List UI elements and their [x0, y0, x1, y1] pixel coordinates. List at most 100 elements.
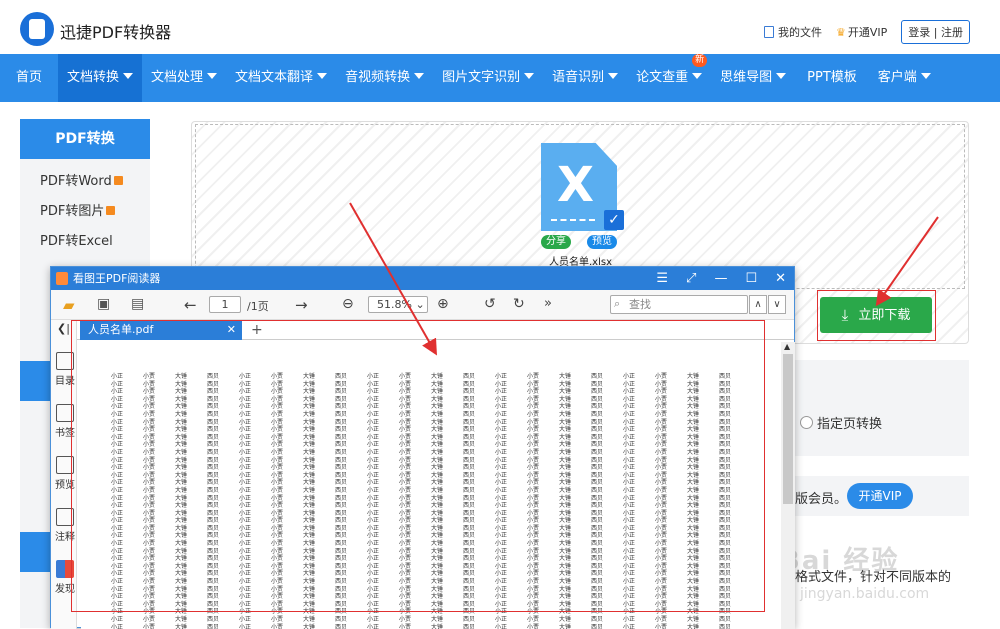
- rotate-right-icon[interactable]: ↻: [513, 296, 525, 312]
- open-folder-icon[interactable]: ▰: [63, 296, 75, 314]
- nav-label: 语音识别: [552, 70, 605, 85]
- options-panel: [795, 360, 969, 456]
- table-cell: 小正: [623, 616, 636, 623]
- maximize-icon[interactable]: ☐: [745, 267, 757, 290]
- vip-text: 版会员。: [795, 492, 848, 507]
- search-placeholder: 查找: [629, 298, 651, 311]
- rotate-left-icon[interactable]: ↺: [484, 296, 496, 312]
- table-cell: 大锤: [303, 623, 316, 629]
- chevron-down-icon: [920, 73, 931, 79]
- sidebar-item-pdf-to-image[interactable]: PDF转图片: [20, 197, 150, 227]
- nav-speech[interactable]: 语音识别: [543, 54, 627, 102]
- table-cell: 小正: [623, 623, 636, 629]
- nav-plagiarism[interactable]: 论文查重新: [627, 54, 711, 102]
- table-cell: 小贾: [527, 616, 540, 623]
- nav-label: 文档文本翻译: [235, 70, 314, 85]
- fullscreen-icon[interactable]: ⤢: [686, 267, 696, 290]
- sidebar-item-label: PDF转图片: [40, 204, 105, 219]
- nav-client[interactable]: 客户端: [869, 54, 940, 102]
- preview-button[interactable]: 预览: [587, 235, 617, 249]
- nav-label: 论文查重: [636, 70, 689, 85]
- table-cell: 小贾: [527, 623, 540, 629]
- chevron-down-icon: [414, 73, 425, 79]
- table-cell: 大锤: [175, 616, 188, 623]
- nav-label: 文档转换: [67, 70, 120, 85]
- table-cell: 小正: [111, 616, 124, 623]
- nav-doc-convert[interactable]: 文档转换: [58, 54, 143, 102]
- nav-ocr[interactable]: 图片文字识别: [433, 54, 543, 102]
- menu-icon[interactable]: ☰: [656, 267, 668, 290]
- save-icon[interactable]: ▣: [97, 296, 110, 312]
- chevron-down-icon: [608, 73, 619, 79]
- reader-toolbar: ▰ ▣ ▤ ← 1 /1页 → ⊖ 51.8% ⌄ ⊕ ↺ ↻ » 查找 ⌕ ∧…: [51, 290, 794, 320]
- zoom-select[interactable]: 51.8% ⌄: [368, 296, 428, 313]
- reader-titlebar[interactable]: 看图王PDF阅读器 ☰ ⤢ — ☐ ✕: [51, 267, 794, 290]
- sidebar-item-pdf-to-excel[interactable]: PDF转Excel: [20, 227, 150, 257]
- table-cell: 小正: [367, 616, 380, 623]
- close-icon[interactable]: ✕: [775, 267, 786, 290]
- app-logo[interactable]: [20, 12, 54, 46]
- file-icon: [764, 26, 775, 38]
- table-cell: 西贝: [591, 616, 604, 623]
- table-cell: 大锤: [303, 616, 316, 623]
- scrollbar-thumb[interactable]: [783, 354, 793, 504]
- my-files-link[interactable]: 我的文件: [764, 24, 822, 40]
- zoom-out-icon[interactable]: ⊖: [342, 296, 354, 312]
- more-icon[interactable]: »: [544, 296, 552, 311]
- scroll-up-icon[interactable]: ▲: [784, 342, 790, 351]
- next-page-icon[interactable]: →: [295, 296, 308, 314]
- table-cell: 西贝: [463, 623, 476, 629]
- highlight-box: [817, 290, 936, 341]
- chevron-down-icon: [317, 73, 328, 79]
- nav-av-convert[interactable]: 音视频转换: [336, 54, 433, 102]
- nav-doc-process[interactable]: 文档处理: [142, 54, 226, 102]
- table-cell: 大锤: [687, 616, 700, 623]
- crown-icon: ♛: [836, 26, 846, 39]
- zoom-in-icon[interactable]: ⊕: [437, 296, 449, 312]
- page-number-input[interactable]: 1: [209, 296, 241, 313]
- table-cell: 大锤: [559, 623, 572, 629]
- print-icon[interactable]: ▤: [131, 296, 144, 312]
- watermark-url: jingyan.baidu.com: [800, 586, 930, 602]
- search-up-button[interactable]: ∧: [749, 295, 767, 314]
- nav-ppt[interactable]: PPT模板: [795, 54, 869, 102]
- chevron-down-icon: [207, 73, 218, 79]
- table-cell: 大锤: [559, 616, 572, 623]
- previous-page-icon[interactable]: ←: [184, 296, 197, 314]
- nav-label: 音视频转换: [345, 70, 411, 85]
- open-vip-button[interactable]: 开通VIP: [847, 483, 913, 509]
- login-register-button[interactable]: 登录 | 注册: [901, 20, 970, 44]
- minimize-icon[interactable]: —: [714, 267, 727, 290]
- specific-pages-label: 指定页转换: [817, 417, 883, 432]
- table-cell: 大锤: [687, 623, 700, 629]
- table-cell: 小贾: [655, 616, 668, 623]
- nav-label: 思维导图: [720, 70, 773, 85]
- search-icon: ⌕: [614, 297, 621, 310]
- share-button[interactable]: 分享: [541, 235, 571, 249]
- app-name[interactable]: 迅捷PDF转换器: [60, 19, 171, 43]
- checkmark-icon: ✓: [604, 210, 624, 230]
- table-cell: 西贝: [335, 616, 348, 623]
- vertical-scrollbar[interactable]: ▲: [781, 342, 795, 629]
- collapse-icon[interactable]: ❮|: [57, 322, 70, 335]
- sidebar-title: PDF转换: [20, 119, 150, 159]
- table-cell: 小正: [239, 616, 252, 623]
- sidebar-item-label: PDF转Word: [40, 174, 112, 189]
- sidebar-item-pdf-to-word[interactable]: PDF转Word: [20, 167, 150, 197]
- open-vip-link[interactable]: ♛ 开通VIP: [836, 24, 887, 40]
- reader-app-icon: [56, 272, 68, 285]
- table-cell: 西贝: [591, 623, 604, 629]
- page-total: /1页: [247, 300, 269, 313]
- nav-translate[interactable]: 文档文本翻译: [226, 54, 336, 102]
- table-cell: 西贝: [335, 623, 348, 629]
- nav-home[interactable]: 首页: [0, 54, 58, 102]
- search-input[interactable]: 查找: [610, 295, 748, 314]
- table-cell: 大锤: [175, 623, 188, 629]
- table-cell: 小贾: [271, 623, 284, 629]
- specific-pages-radio[interactable]: [800, 416, 813, 429]
- nav-label: 文档处理: [151, 70, 204, 85]
- table-cell: 大锤: [431, 623, 444, 629]
- search-down-button[interactable]: ∨: [768, 295, 786, 314]
- nav-mindmap[interactable]: 思维导图: [711, 54, 795, 102]
- table-cell: 小贾: [271, 616, 284, 623]
